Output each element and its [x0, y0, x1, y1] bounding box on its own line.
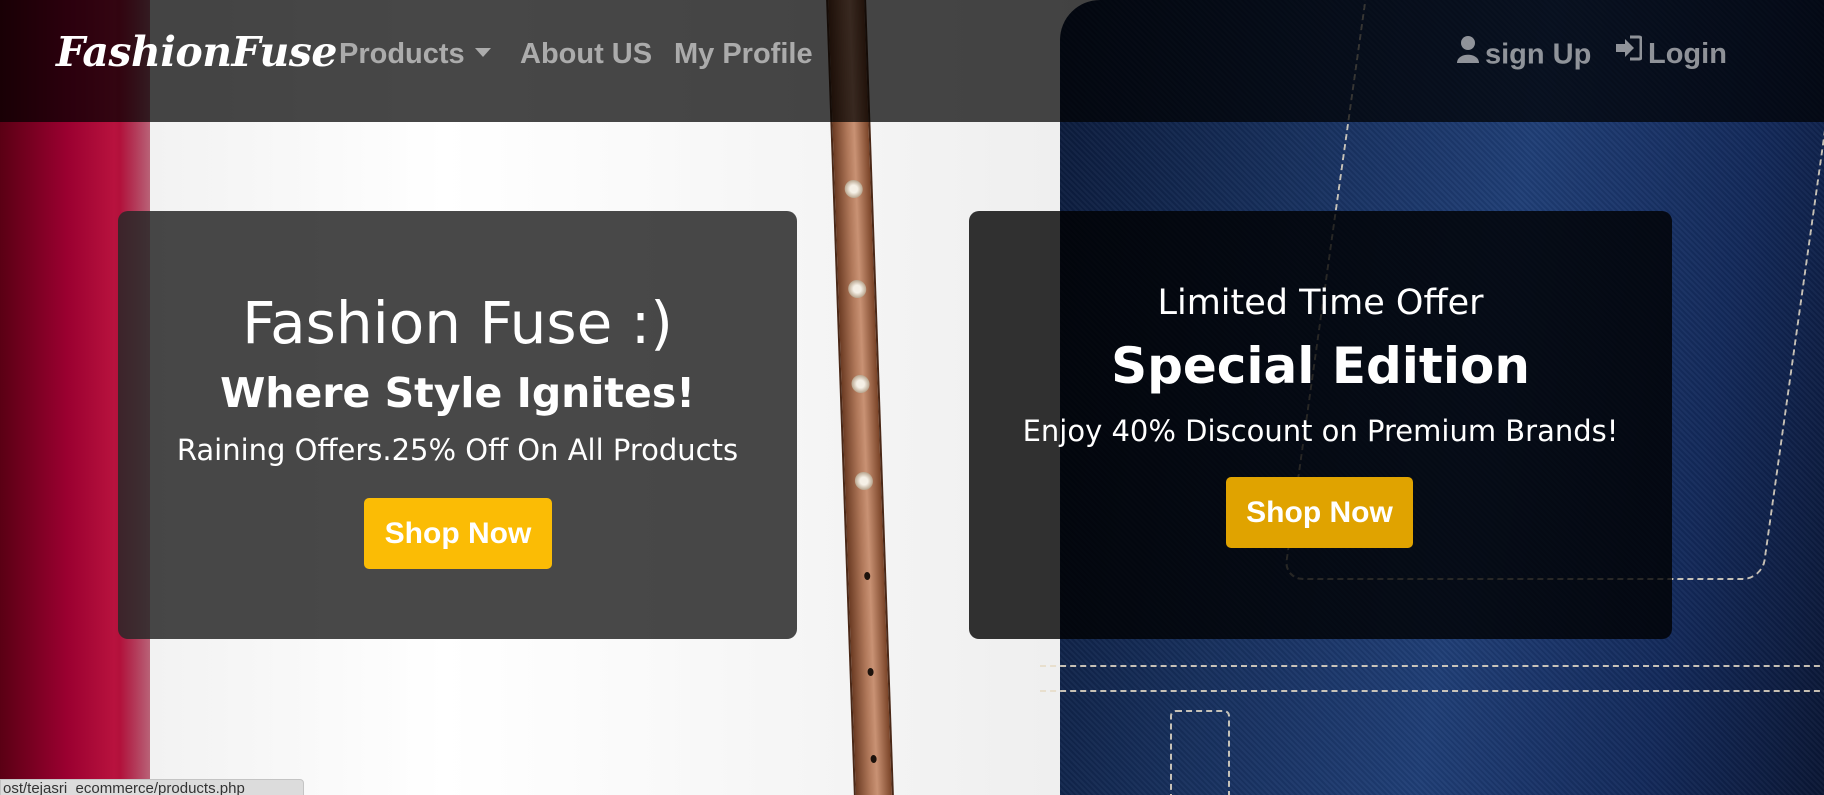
sign-in-icon [1614, 35, 1643, 69]
browser-status-url: ost/tejasri_ecommerce/products.php [0, 779, 304, 795]
nav-my-profile[interactable]: My Profile [674, 38, 813, 71]
belt-rivet [867, 668, 874, 676]
nav-products-label: Products [339, 38, 465, 70]
belt-rivet [870, 755, 877, 763]
belt-hole [847, 280, 867, 298]
login-label: Login [1648, 38, 1727, 70]
shop-now-button[interactable]: Shop Now [364, 498, 552, 569]
hero-card-special: Limited Time Offer Special Edition Enjoy… [969, 211, 1672, 639]
limited-offer-label: Limited Time Offer [1157, 283, 1484, 323]
brand-logo[interactable]: FashionFuse [56, 28, 337, 76]
belt-hole [854, 472, 874, 490]
belt-hole [851, 375, 870, 393]
nav-about-us[interactable]: About US [520, 38, 652, 71]
belt-hole [844, 180, 864, 198]
jeans-stitching [1040, 690, 1824, 730]
special-edition-title: Special Edition [1111, 337, 1530, 395]
hero-subtitle: Where Style Ignites! [220, 369, 695, 417]
nav-login[interactable]: Login [1614, 35, 1727, 72]
user-icon [1457, 35, 1479, 71]
caret-down-icon [474, 47, 491, 57]
belt-rivet [864, 572, 871, 580]
discount-text: Enjoy 40% Discount on Premium Brands! [1022, 414, 1619, 448]
hero-offer-text: Raining Offers.25% Off On All Products [176, 433, 739, 467]
jeans-stitching [1170, 710, 1230, 795]
hero-title: Fashion Fuse :) [242, 289, 673, 357]
sign-up-label: sign Up [1485, 38, 1592, 71]
nav-sign-up[interactable]: sign Up [1457, 35, 1592, 74]
shop-now-special-button[interactable]: Shop Now [1226, 477, 1413, 548]
top-navbar: FashionFuse Products About US My Profile… [0, 0, 1824, 122]
hero-card-main: Fashion Fuse :) Where Style Ignites! Rai… [118, 211, 797, 639]
nav-products-dropdown[interactable]: Products [339, 38, 491, 71]
